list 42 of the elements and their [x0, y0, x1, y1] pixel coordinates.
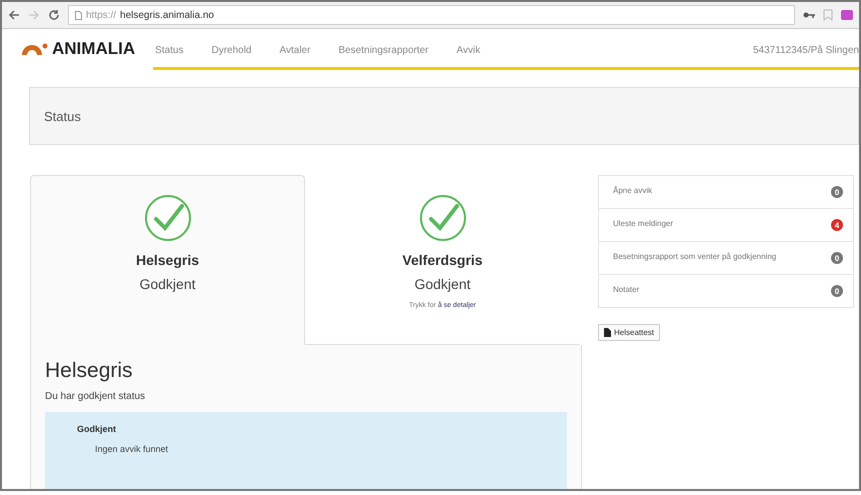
list-item[interactable]: Besetningsrapport som venter på godkjenning 0	[599, 241, 853, 274]
count-badge: 4	[831, 219, 843, 231]
count-badge: 0	[831, 285, 843, 297]
panel-heading: Helsegris	[45, 359, 134, 383]
logo-text: ANIMALIA	[52, 39, 136, 59]
page-title: Status	[44, 108, 81, 124]
list-item[interactable]: Notater 0	[599, 274, 853, 307]
logo-icon	[22, 43, 48, 55]
item-label: Besetningsrapport som venter på godkjenning	[613, 252, 776, 261]
item-label: Uleste meldinger	[613, 219, 674, 228]
nav-link[interactable]: Avvik	[454, 44, 482, 56]
count-badge: 0	[831, 252, 843, 264]
count-badge: 0	[831, 186, 843, 198]
reload-icon[interactable]	[48, 9, 60, 21]
url-scheme: https://	[86, 10, 116, 20]
nav-link[interactable]: Avtaler	[278, 44, 312, 56]
item-label: Åpne avvik	[613, 186, 652, 195]
nav-link[interactable]: Dyrehold	[209, 44, 254, 56]
list-item[interactable]: Åpne avvik 0	[599, 176, 853, 208]
bookmark-icon	[823, 9, 833, 21]
tab-title: Helsegris	[136, 252, 200, 268]
item-label: Notater	[613, 285, 640, 294]
status-text: Godkjent	[139, 276, 196, 292]
list-item[interactable]: Uleste meldinger 4	[599, 208, 853, 241]
status-text: Du har godkjent status	[45, 391, 146, 402]
certificate-button[interactable]: Helseattest	[598, 324, 660, 341]
info-item: Ingen avvik funnet	[95, 444, 170, 454]
user-id: 5437112345/På Slingen	[752, 44, 859, 56]
nav-link[interactable]: Besetningsrapporter	[336, 44, 431, 56]
check-icon	[144, 194, 192, 242]
status-tab[interactable]: Helsegris Godkjent	[30, 175, 305, 345]
info-title: Godkjent	[77, 424, 118, 434]
status-text: Godkjent	[414, 276, 471, 292]
key-icon	[803, 11, 815, 19]
back-icon[interactable]	[8, 9, 20, 21]
nav-link[interactable]: Status	[153, 44, 186, 56]
file-icon	[604, 328, 611, 337]
url-host: helsegris.animalia.no	[120, 10, 214, 20]
address-field[interactable]: https:// helsegris.animalia.no	[68, 5, 795, 25]
check-icon	[418, 194, 466, 242]
page-icon	[75, 10, 82, 20]
tab-title: Velferdsgris	[402, 252, 483, 268]
